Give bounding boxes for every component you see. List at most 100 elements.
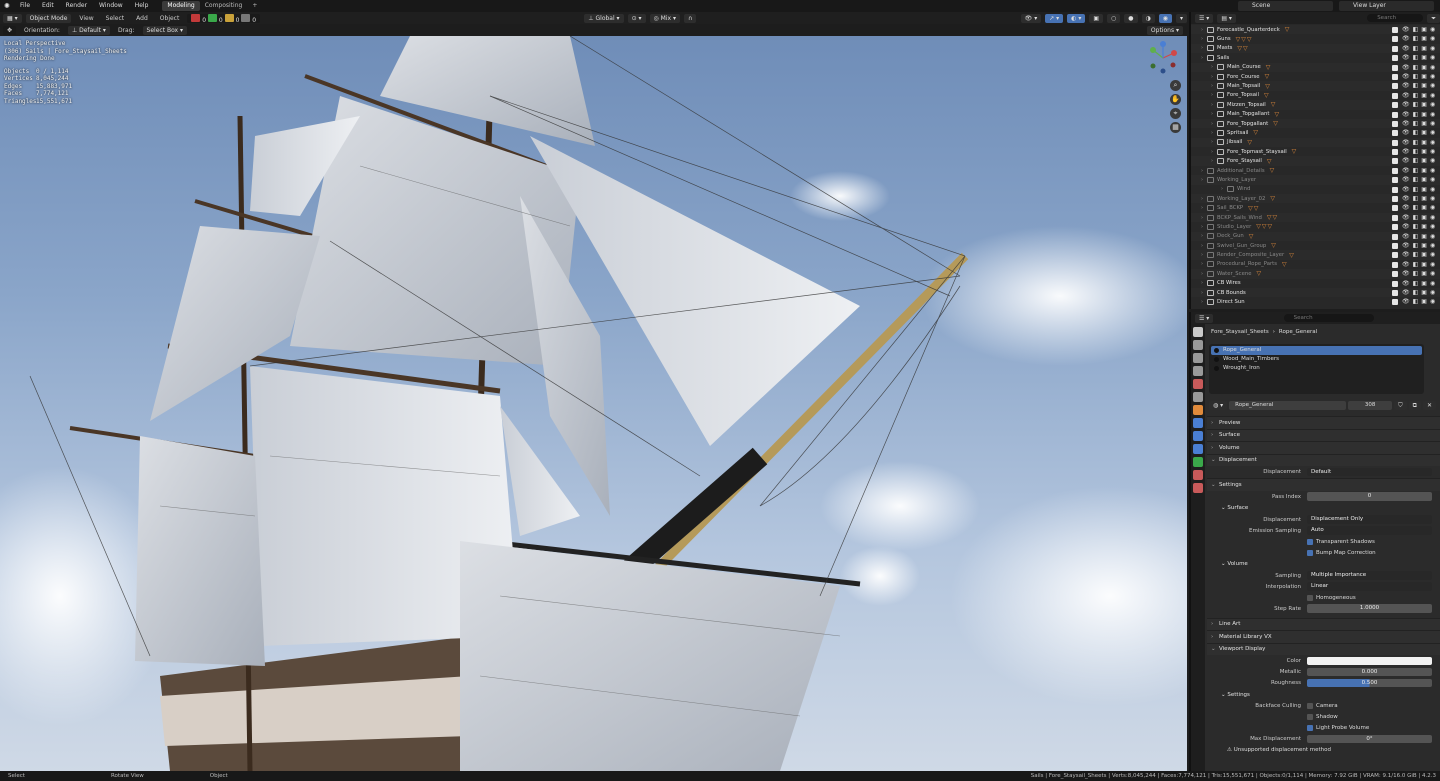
max-displacement-field[interactable]: 0°	[1307, 734, 1432, 744]
menu-add[interactable]: Add	[132, 14, 152, 23]
menu-file[interactable]: File	[14, 0, 36, 12]
visibility-toggle-icons[interactable]: 👁◧▣◉	[1402, 232, 1438, 241]
orientation-dropdown[interactable]: ⊥ Default ▾	[67, 25, 110, 35]
exclude-checkbox[interactable]	[1392, 158, 1398, 165]
transparent-shadows-checkbox[interactable]	[1307, 538, 1313, 545]
scene-tab-icon[interactable]	[1193, 379, 1203, 389]
panel-material-library[interactable]: › Material Library VX	[1207, 630, 1440, 643]
exclude-checkbox[interactable]	[1392, 120, 1398, 127]
menu-help[interactable]: Help	[129, 0, 155, 12]
menu-edit[interactable]: Edit	[36, 0, 60, 12]
data-tab-icon[interactable]	[1193, 457, 1203, 467]
particles-tab-icon[interactable]	[1193, 431, 1203, 441]
exclude-checkbox[interactable]	[1392, 102, 1398, 109]
panel-surface[interactable]: › Surface	[1207, 428, 1440, 441]
visibility-toggle-icons[interactable]: 👁◧▣◉	[1402, 138, 1438, 147]
outliner-row[interactable]: › Procedural_Rope_Parts ▽ 👁◧▣◉	[1191, 260, 1440, 269]
unlink-material-icon[interactable]: ✕	[1422, 400, 1436, 410]
drag-dropdown[interactable]: Select Box ▾	[142, 25, 188, 35]
visibility-toggle-icons[interactable]: 👁◧▣◉	[1402, 213, 1438, 222]
panel-preview[interactable]: › Preview	[1207, 416, 1440, 429]
visibility-toggle-icons[interactable]: 👁◧▣◉	[1402, 269, 1438, 278]
tool-tab-icon[interactable]	[1193, 327, 1203, 337]
gizmo-toggle[interactable]: ↗ ▾	[1045, 13, 1064, 23]
shading-rendered-button[interactable]: ◉	[1158, 13, 1172, 23]
collection-filter-group[interactable]: 0 0 0 0	[187, 13, 261, 24]
workspace-tab-compositing[interactable]: Compositing	[200, 1, 248, 11]
visibility-toggle-icons[interactable]: 👁◧▣◉	[1402, 100, 1438, 109]
outliner-row[interactable]: › Water_Scene ▽ 👁◧▣◉	[1191, 269, 1440, 279]
exclude-checkbox[interactable]	[1392, 45, 1398, 52]
menu-object[interactable]: Object	[156, 14, 184, 23]
xray-toggle[interactable]: ▣	[1089, 13, 1103, 23]
visibility-toggle-icons[interactable]: 👁◧▣◉	[1402, 175, 1438, 184]
visibility-toggle-icons[interactable]: 👁◧▣◉	[1402, 156, 1438, 165]
visibility-toggle-icons[interactable]: 👁◧▣◉	[1402, 91, 1438, 100]
exclude-checkbox[interactable]	[1392, 27, 1398, 33]
world-tab-icon[interactable]	[1193, 392, 1203, 402]
exclude-checkbox[interactable]	[1392, 252, 1398, 259]
visibility-toggle-icons[interactable]: 👁◧▣◉	[1402, 185, 1438, 194]
output-tab-icon[interactable]	[1193, 353, 1203, 363]
menu-window[interactable]: Window	[93, 0, 129, 12]
material-name-field[interactable]: Rope_General	[1229, 400, 1347, 410]
exclude-checkbox[interactable]	[1392, 73, 1398, 80]
outliner-row[interactable]: › BCKP_Sails_Wind ▽▽ 👁◧▣◉	[1191, 212, 1440, 223]
exclude-checkbox[interactable]	[1392, 149, 1398, 156]
visibility-toggle-icons[interactable]: 👁◧▣◉	[1402, 81, 1438, 90]
subpanel-vd-settings[interactable]: ⌄ Settings	[1207, 689, 1440, 700]
exclude-checkbox[interactable]	[1392, 83, 1398, 90]
outliner-display-mode-button[interactable]: ▤ ▾	[1217, 13, 1236, 23]
options-dropdown[interactable]: Options ▾	[1146, 25, 1183, 35]
menu-select[interactable]: Select	[102, 14, 129, 23]
material-slot[interactable]: Wrought_Iron	[1211, 364, 1422, 373]
view-layer-selector[interactable]: View Layer	[1339, 1, 1434, 11]
texture-tab-icon[interactable]	[1193, 483, 1203, 493]
outliner-row[interactable]: › Forecastle_Quarterdeck ▽ 👁◧▣◉	[1191, 25, 1440, 35]
panel-displacement[interactable]: ⌄ Displacement	[1207, 453, 1440, 466]
add-workspace-button[interactable]: +	[247, 1, 262, 11]
overlay-toggle[interactable]: ◐ ▾	[1067, 13, 1086, 23]
navigation-gizmo[interactable]	[1145, 40, 1181, 76]
pan-hand-icon[interactable]: ✋	[1170, 94, 1181, 105]
render-tab-icon[interactable]	[1193, 340, 1203, 350]
shadow-checkbox[interactable]	[1307, 714, 1313, 720]
outliner-row[interactable]: › Direct Sun 👁◧▣◉	[1191, 297, 1440, 306]
mode-dropdown[interactable]: Object Mode	[25, 13, 72, 23]
homogeneous-checkbox[interactable]	[1307, 594, 1313, 601]
light-probe-checkbox[interactable]	[1307, 725, 1313, 731]
shading-wireframe-button[interactable]: ○	[1107, 13, 1121, 23]
material-tab-icon[interactable]	[1193, 470, 1203, 480]
outliner-row[interactable]: › Fore_Topsail ▽ 👁◧▣◉	[1191, 91, 1440, 100]
exclude-checkbox[interactable]	[1392, 92, 1398, 99]
panel-line-art[interactable]: › Line Art	[1207, 617, 1440, 630]
outliner-editor-type-button[interactable]: ☰ ▾	[1195, 13, 1214, 23]
outliner-row[interactable]: › Fore_Course ▽ 👁◧▣◉	[1191, 72, 1440, 81]
visibility-button[interactable]: 👁 ▾	[1020, 13, 1042, 23]
camera-view-icon[interactable]: ⌖	[1170, 108, 1181, 119]
step-rate-field[interactable]: 1.0000	[1307, 604, 1432, 613]
material-slot[interactable]: Wood_Main_Timbers	[1211, 355, 1422, 364]
outliner-filter-icon[interactable]: ⏷	[1427, 13, 1440, 23]
outliner-row[interactable]: › Fore_Staysail ▽ 👁◧▣◉	[1191, 156, 1440, 166]
outliner-row[interactable]: › Mizzen_Topsail ▽ 👁◧▣◉	[1191, 100, 1440, 110]
visibility-toggle-icons[interactable]: 👁◧▣◉	[1402, 110, 1438, 119]
interpolation-dropdown[interactable]: Linear	[1307, 582, 1432, 591]
material-slot[interactable]: Rope_General	[1211, 346, 1422, 355]
view-layer-tab-icon[interactable]	[1193, 366, 1203, 376]
displacement-method-dropdown[interactable]: Displacement Only	[1307, 515, 1432, 524]
menu-render[interactable]: Render	[60, 0, 93, 12]
outliner-row[interactable]: › Main_Topgallant ▽ 👁◧▣◉	[1191, 110, 1440, 119]
bump-map-checkbox[interactable]	[1307, 549, 1313, 556]
visibility-toggle-icons[interactable]: 👁◧▣◉	[1402, 53, 1438, 62]
shading-solid-button[interactable]: ●	[1124, 13, 1138, 23]
exclude-checkbox[interactable]	[1392, 130, 1398, 137]
visibility-toggle-icons[interactable]: 👁◧▣◉	[1402, 119, 1438, 128]
physics-tab-icon[interactable]	[1193, 444, 1203, 454]
displacement-socket-field[interactable]: Default	[1307, 467, 1432, 477]
emission-sampling-dropdown[interactable]: Auto	[1307, 526, 1432, 535]
object-tab-icon[interactable]	[1193, 405, 1203, 415]
visibility-toggle-icons[interactable]: 👁◧▣◉	[1402, 147, 1438, 156]
sampling-dropdown[interactable]: Multiple Importance	[1307, 571, 1432, 580]
outliner-search-input[interactable]: Search	[1367, 14, 1424, 22]
